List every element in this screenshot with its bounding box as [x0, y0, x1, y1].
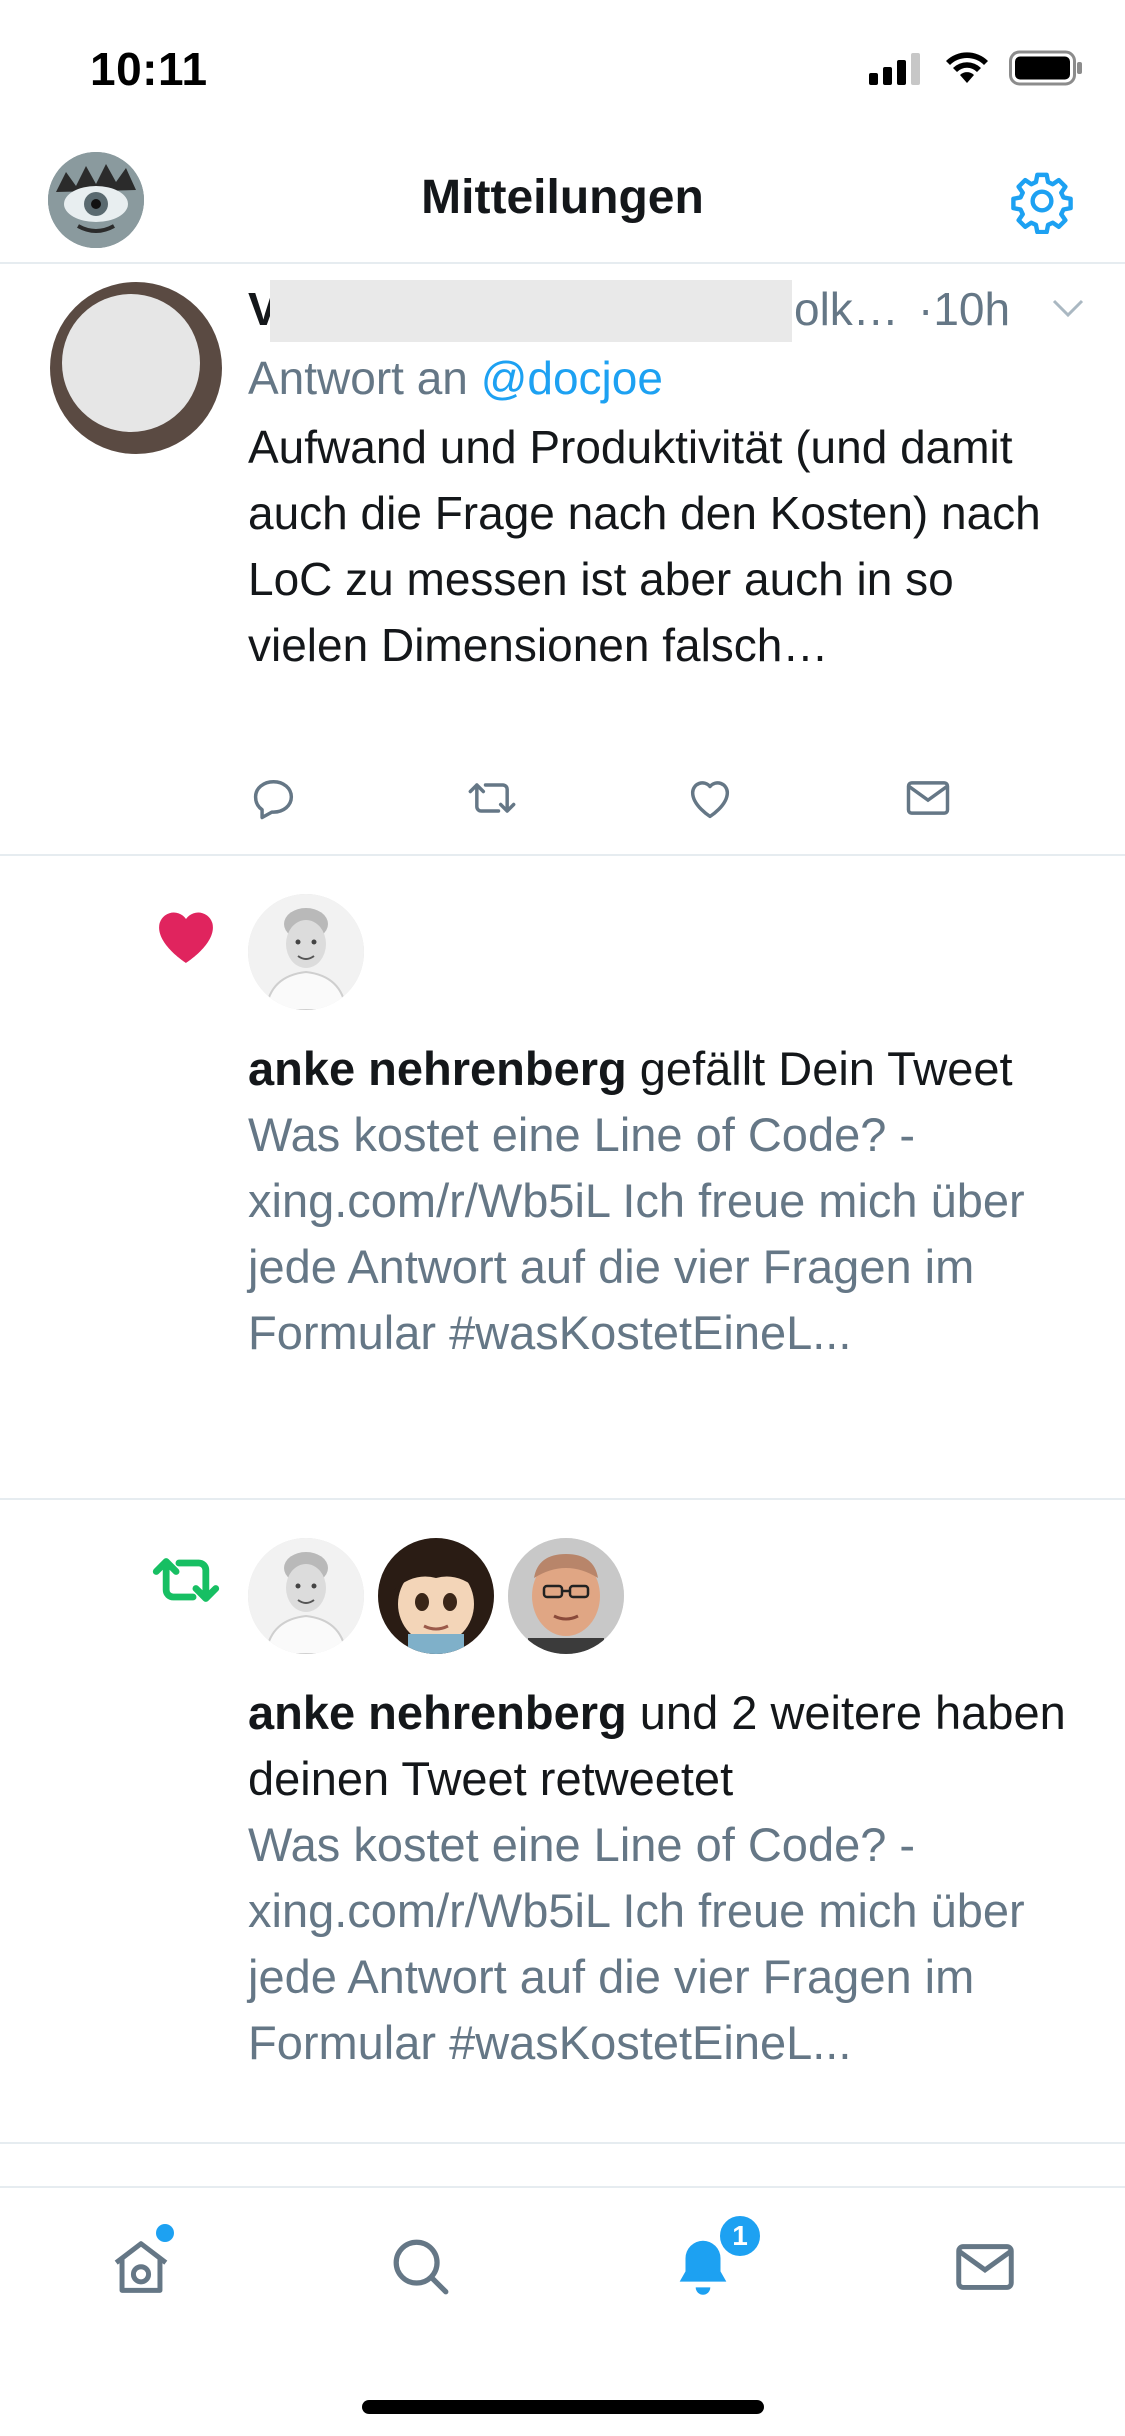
notification-text: anke nehrenberg und 2 weitere haben dein…	[248, 1680, 1077, 2076]
tweet-preview: Was kostet eine Line of Code? - xing.com…	[248, 1108, 1025, 1359]
notification-text: anke nehrenberg gefällt Dein Tweet Was k…	[248, 1036, 1077, 1366]
status-bar: 10:11	[0, 0, 1125, 140]
wifi-icon	[946, 52, 988, 83]
heart-filled-icon	[159, 912, 213, 963]
avatar[interactable]	[508, 1538, 624, 1654]
tweet-body: V olk… ·10h Antwort an @docjoe Aufwand u…	[248, 276, 1085, 678]
heart-icon[interactable]	[684, 772, 736, 824]
tweet-timestamp: ·10h	[918, 283, 1011, 335]
reply-prefix: Antwort an	[248, 352, 481, 404]
reply-icon[interactable]	[248, 772, 300, 824]
page-title: Mitteilungen	[421, 171, 704, 224]
tweet-author-handle: olk…	[794, 283, 899, 335]
new-content-dot	[156, 2224, 174, 2242]
actor-name[interactable]: anke nehrenberg	[248, 1686, 627, 1739]
header: Mitteilungen	[0, 140, 1125, 264]
actor-name[interactable]: anke nehrenberg	[248, 1042, 627, 1095]
retweet-icon[interactable]	[466, 772, 518, 824]
retweet-icon	[152, 1558, 220, 1602]
search-icon[interactable]	[386, 2232, 456, 2302]
retweet-notification[interactable]: anke nehrenberg und 2 weitere haben dein…	[0, 1500, 1125, 2144]
status-icons	[869, 50, 1083, 86]
avatar[interactable]	[50, 282, 222, 454]
battery-icon	[1009, 50, 1082, 86]
mail-icon[interactable]	[902, 772, 954, 824]
like-notification[interactable]: anke nehrenberg gefällt Dein Tweet Was k…	[0, 856, 1125, 1500]
notification-action: gefällt Dein Tweet	[626, 1042, 1013, 1095]
tweet-actions	[248, 772, 1008, 832]
chevron-down-icon[interactable]	[1051, 296, 1085, 320]
avatar[interactable]	[248, 894, 364, 1010]
avatar[interactable]	[378, 1538, 494, 1654]
notification-badge: 1	[716, 2212, 764, 2260]
tweet-preview: Was kostet eine Line of Code? - xing.com…	[248, 1818, 1025, 2069]
gear-icon[interactable]	[1009, 168, 1075, 234]
status-time: 10:11	[90, 43, 208, 95]
mail-icon[interactable]	[950, 2232, 1020, 2302]
tab-bar: 1	[0, 2186, 1125, 2436]
home-icon[interactable]	[106, 2232, 176, 2302]
avatar-row	[248, 1538, 624, 1654]
redacted-name	[270, 280, 792, 342]
avatar[interactable]	[248, 1538, 364, 1654]
tweet-text: Aufwand und Produktivität (und damit auc…	[248, 421, 1041, 671]
reply-mention-link[interactable]: @docjoe	[481, 352, 663, 404]
reply-context: Antwort an @docjoe	[248, 346, 1085, 410]
notifications-feed[interactable]: V olk… ·10h Antwort an @docjoe Aufwand u…	[0, 266, 1125, 2204]
home-indicator[interactable]	[362, 2400, 764, 2414]
tweet-header: V olk… ·10h	[248, 276, 1085, 342]
tweet-item[interactable]: V olk… ·10h Antwort an @docjoe Aufwand u…	[0, 266, 1125, 856]
signal-icon	[869, 53, 920, 85]
avatar-row	[248, 894, 364, 1010]
